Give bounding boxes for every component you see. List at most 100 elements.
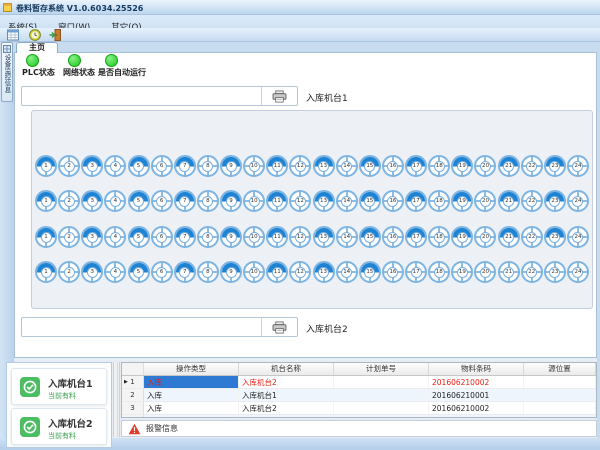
storage-slot-row1-pos15: 15 xyxy=(359,155,381,177)
storage-slot-row1-pos5: 5 xyxy=(128,155,150,177)
storage-slot-row2-pos23: 23 xyxy=(544,190,566,212)
storage-slot-row4-pos22: 22 xyxy=(521,261,543,283)
printer-icon xyxy=(272,90,287,103)
calendar-button[interactable] xyxy=(4,29,22,41)
storage-slot-row3-pos24: 24 xyxy=(567,226,589,248)
auto-run-indicator xyxy=(105,54,118,67)
cell-2-5 xyxy=(524,389,596,401)
machine2-print-button[interactable] xyxy=(261,318,297,336)
exit-button[interactable] xyxy=(46,29,64,41)
storage-slot-row4-pos7: 7 xyxy=(174,261,196,283)
storage-slot-row3-pos17: 17 xyxy=(405,226,427,248)
task-row-1[interactable]: ▶1入库入库机台2201606210002 xyxy=(122,376,596,389)
storage-slot-row2-pos4: 4 xyxy=(104,190,126,212)
side-panel-tab[interactable]: 设备监控信息 xyxy=(1,42,13,102)
toolbar xyxy=(0,28,600,42)
cell-3-1: 入库 xyxy=(144,402,239,414)
network-status-indicator xyxy=(68,54,81,67)
storage-slot-row1-pos8: 8 xyxy=(197,155,219,177)
storage-slot-row2-pos5: 5 xyxy=(128,190,150,212)
storage-slot-row1-pos22: 22 xyxy=(521,155,543,177)
storage-slot-row1-pos10: 10 xyxy=(243,155,265,177)
storage-slot-row3-pos13: 13 xyxy=(313,226,335,248)
storage-slot-row4-pos12: 12 xyxy=(289,261,311,283)
clock-button[interactable] xyxy=(26,29,44,41)
check-circle-icon xyxy=(20,377,40,397)
tab-home-label: 主页 xyxy=(29,43,45,52)
storage-slot-row2-pos8: 8 xyxy=(197,190,219,212)
row-number: 2 xyxy=(122,389,144,401)
window-title: 卷料暂存系统 V1.0.6034.25526 xyxy=(16,3,143,14)
storage-slot-row3-pos20: 20 xyxy=(474,226,496,248)
cell-1-3 xyxy=(334,376,429,388)
storage-slot-row1-pos6: 6 xyxy=(151,155,173,177)
task-row-4[interactable]: 4 xyxy=(122,415,596,418)
storage-slot-row1-pos7: 7 xyxy=(174,155,196,177)
exit-door-icon xyxy=(49,29,61,41)
machine1-status-card: 入库机台1 当前有料 xyxy=(11,368,107,405)
machine2-card-status: 当前有料 xyxy=(48,431,76,441)
task-row-2[interactable]: 2入库入库机台1201606210001 xyxy=(122,389,596,402)
storage-slot-row1-pos21: 21 xyxy=(498,155,520,177)
machine2-card-title: 入库机台2 xyxy=(48,416,93,430)
storage-slot-row4-pos8: 8 xyxy=(197,261,219,283)
storage-slot-row4-pos13: 13 xyxy=(313,261,335,283)
title-bar: 卷料暂存系统 V1.0.6034.25526 xyxy=(0,0,600,15)
clock-icon xyxy=(29,29,41,41)
cell-3-5 xyxy=(524,402,596,414)
machine1-card-title: 入库机台1 xyxy=(48,376,93,390)
task-row-3[interactable]: 3入库入库机台2201606210002 xyxy=(122,402,596,415)
vertical-splitter[interactable] xyxy=(113,362,120,437)
cell-2-1: 入库 xyxy=(144,389,239,401)
cell-4-1 xyxy=(144,415,239,418)
storage-slot-row1-pos9: 9 xyxy=(220,155,242,177)
machine1-print-button[interactable] xyxy=(261,87,297,105)
storage-slot-row2-pos18: 18 xyxy=(428,190,450,212)
storage-slot-row2-pos9: 9 xyxy=(220,190,242,212)
column-header-1[interactable]: 操作类型 xyxy=(144,363,239,375)
storage-slot-row4-pos15: 15 xyxy=(359,261,381,283)
storage-slot-row3-pos14: 14 xyxy=(336,226,358,248)
storage-slot-row3-pos7: 7 xyxy=(174,226,196,248)
storage-slot-row1-pos18: 18 xyxy=(428,155,450,177)
storage-slot-row4-pos5: 5 xyxy=(128,261,150,283)
storage-slot-row3-pos21: 21 xyxy=(498,226,520,248)
storage-slot-row1-pos2: 2 xyxy=(58,155,80,177)
storage-slot-row1-pos14: 14 xyxy=(336,155,358,177)
storage-slot-row3-pos22: 22 xyxy=(521,226,543,248)
storage-slot-row4-pos20: 20 xyxy=(474,261,496,283)
storage-slot-row2-pos14: 14 xyxy=(336,190,358,212)
storage-slot-row3-pos6: 6 xyxy=(151,226,173,248)
storage-slot-row1-pos24: 24 xyxy=(567,155,589,177)
column-header-5[interactable]: 源位置 xyxy=(524,363,596,375)
storage-slot-row2-pos3: 3 xyxy=(81,190,103,212)
storage-slot-row4-pos18: 18 xyxy=(428,261,450,283)
storage-slot-row4-pos10: 10 xyxy=(243,261,265,283)
storage-slot-row3-pos12: 12 xyxy=(289,226,311,248)
plc-status-indicator xyxy=(26,54,39,67)
storage-slot-row4-pos6: 6 xyxy=(151,261,173,283)
storage-slot-row1-pos19: 19 xyxy=(451,155,473,177)
network-status-label: 网络状态 xyxy=(63,67,95,78)
storage-slot-row3-pos11: 11 xyxy=(266,226,288,248)
storage-slot-row2-pos2: 2 xyxy=(58,190,80,212)
cell-2-2: 入库机台1 xyxy=(239,389,334,401)
plc-status-label: PLC状态 xyxy=(22,67,55,78)
cell-3-4: 201606210002 xyxy=(429,402,524,414)
storage-slot-row4-pos9: 9 xyxy=(220,261,242,283)
column-header-3[interactable]: 计划单号 xyxy=(334,363,429,375)
row-header-corner xyxy=(122,363,144,375)
storage-slot-row2-pos17: 17 xyxy=(405,190,427,212)
column-header-2[interactable]: 机台名称 xyxy=(239,363,334,375)
cell-4-5 xyxy=(524,415,596,418)
row-selector-arrow: ▶ xyxy=(124,376,128,389)
column-header-4[interactable]: 物料条码 xyxy=(429,363,524,375)
storage-slot-row4-pos3: 3 xyxy=(81,261,103,283)
machine1-header-bar xyxy=(21,86,298,106)
task-table: 操作类型机台名称计划单号物料条码源位置 ▶1入库入库机台220160621000… xyxy=(121,362,597,418)
storage-slot-row2-pos19: 19 xyxy=(451,190,473,212)
storage-slot-row4-pos11: 11 xyxy=(266,261,288,283)
tab-home[interactable]: 主页 xyxy=(16,42,58,53)
storage-slot-row2-pos12: 12 xyxy=(289,190,311,212)
row-number: ▶1 xyxy=(122,376,144,388)
